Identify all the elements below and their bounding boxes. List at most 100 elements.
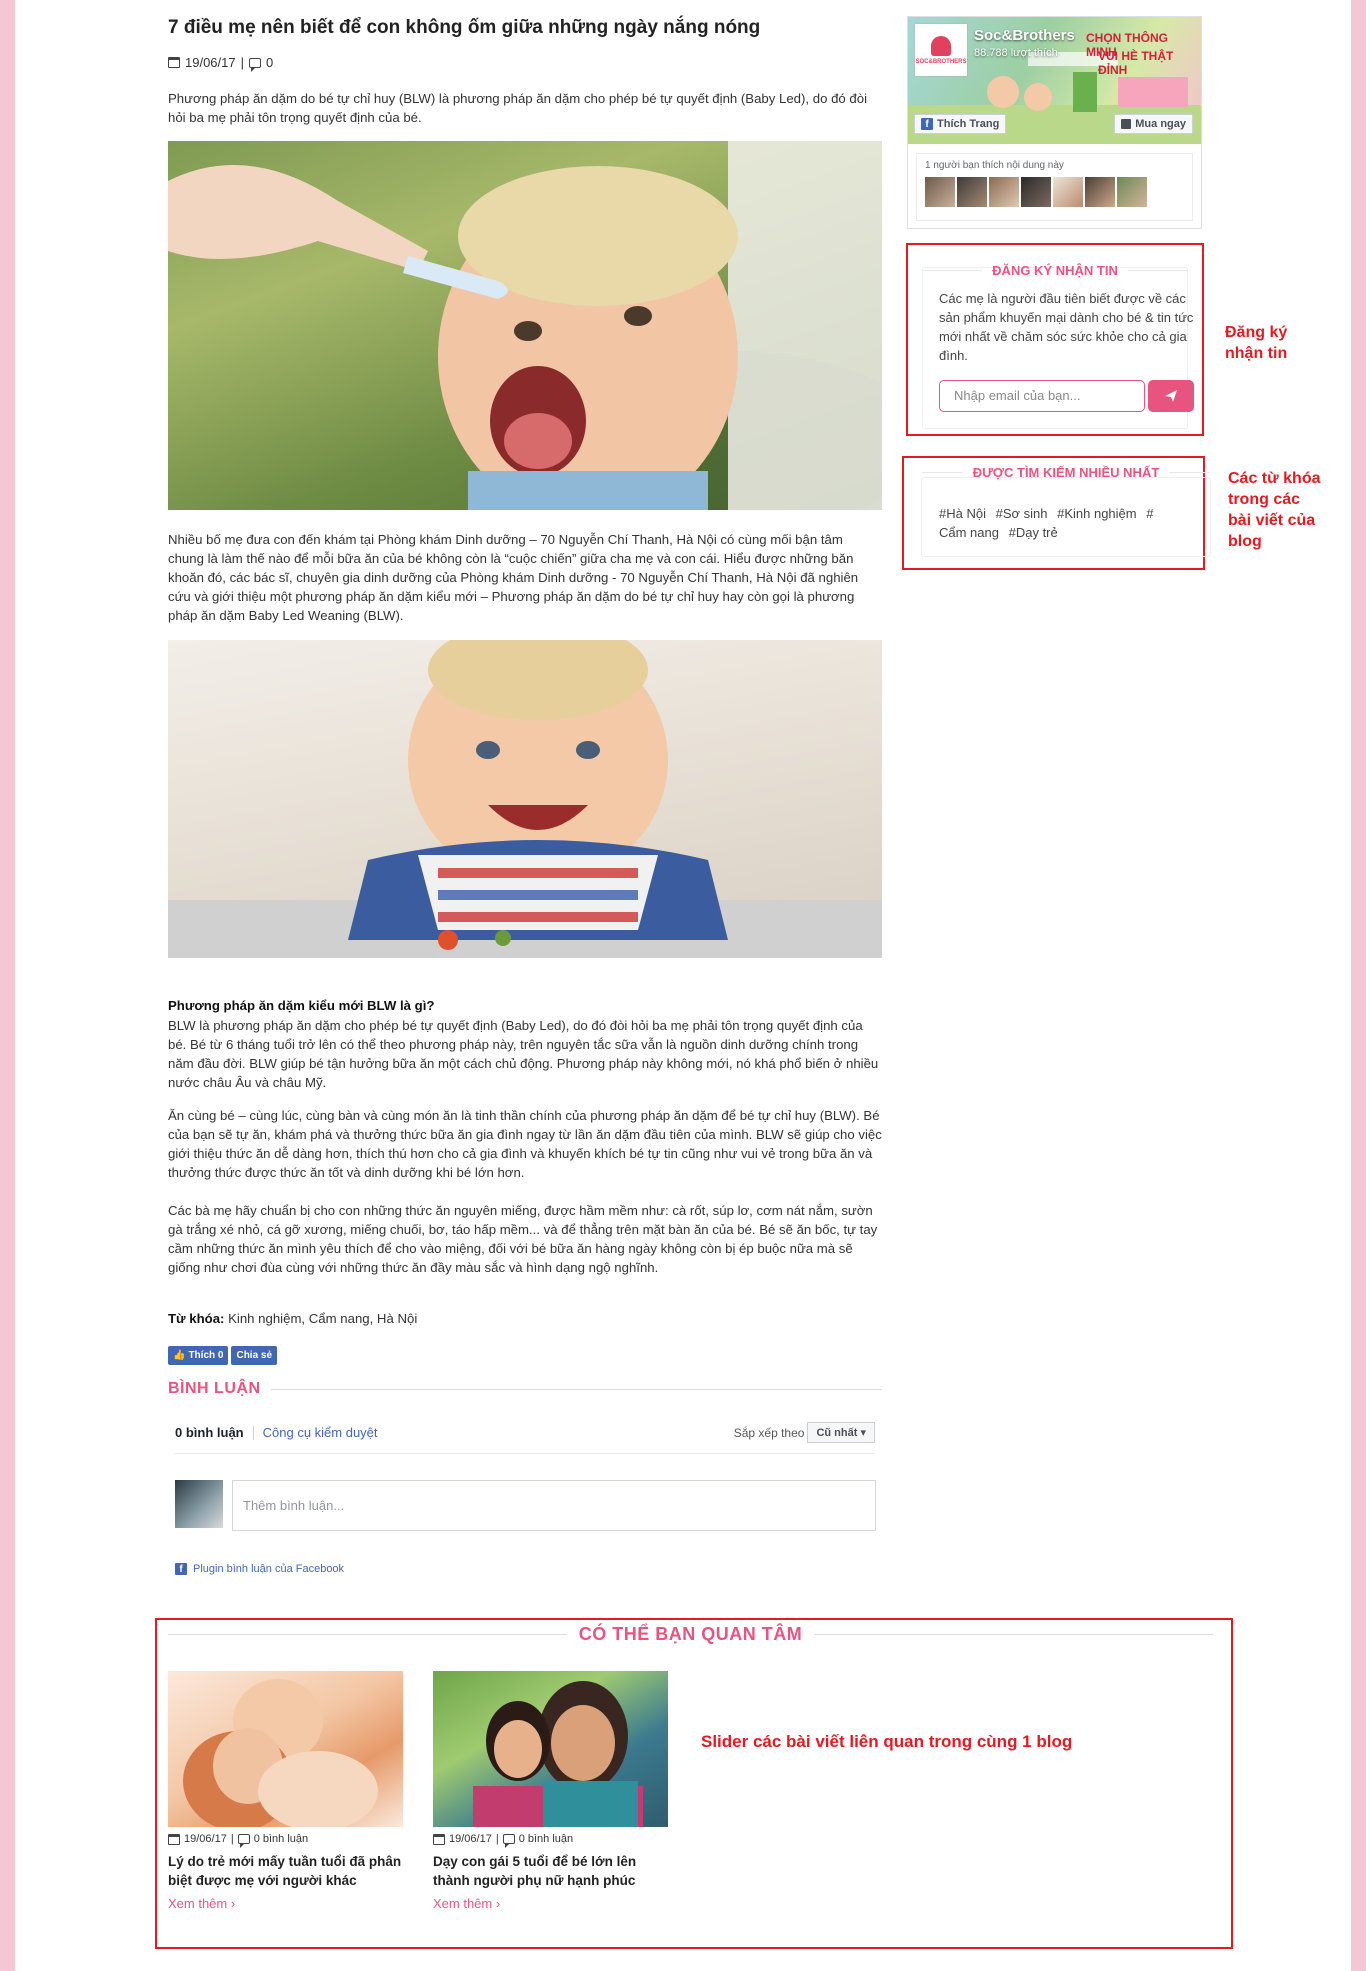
related-post-image[interactable]	[168, 1671, 403, 1831]
article-subheading: Phương pháp ăn dặm kiểu mới BLW là gì?	[168, 998, 435, 1013]
tags-value[interactable]: Kinh nghiệm, Cẩm nang, Hà Nội	[228, 1311, 417, 1326]
facebook-friends-box: 1 người bạn thích nội dung này	[916, 153, 1193, 221]
keywords-annotation-line-3: bài viết của	[1228, 512, 1316, 529]
toolbar-divider	[252, 1425, 254, 1440]
related-post-card[interactable]: 19/06/17 | 0 bình luận Lý do trẻ mới mấy…	[168, 1671, 403, 1911]
facebook-page-likes: 88.788 lượt thích	[974, 47, 1058, 59]
heading-line	[814, 1634, 1213, 1635]
avatar[interactable]	[1053, 177, 1083, 207]
article-tags: Từ khóa: Kinh nghiệm, Cẩm nang, Hà Nội	[168, 1311, 417, 1326]
sort-label: Sắp xếp theo	[733, 1425, 805, 1440]
newsletter-email-input[interactable]: Nhập email của bạn...	[939, 380, 1145, 412]
plugin-label: Plugin bình luận của Facebook	[193, 1563, 345, 1575]
logo-text: SOC&BROTHERS	[915, 58, 967, 65]
baby-spoon-illustration	[168, 141, 882, 510]
heading-line	[1127, 270, 1189, 271]
comments-toolbar: 0 bình luận Công cụ kiểm duyệt Sắp xếp t…	[175, 1422, 875, 1443]
article-comment-count: 0	[266, 55, 274, 70]
keyword-tag[interactable]: #Sơ sinh	[996, 506, 1048, 521]
newsletter-send-button[interactable]	[1148, 380, 1194, 412]
comment-input[interactable]: Thêm bình luận...	[232, 1480, 876, 1531]
friends-text: 1 người bạn thích nội dung này	[925, 160, 1064, 171]
related-post-image[interactable]	[433, 1671, 668, 1827]
related-post-title[interactable]: Lý do trẻ mới mấy tuần tuổi đã phân biệt…	[168, 1852, 403, 1890]
keyword-tag[interactable]: #Kinh nghiệm	[1057, 506, 1137, 521]
avatar[interactable]	[925, 177, 955, 207]
soc-brothers-logo: SOC&BROTHERS	[915, 24, 967, 76]
comments-heading-line	[270, 1388, 882, 1390]
page: 7 điều mẹ nên biết để con không ốm giữa …	[15, 0, 1351, 1971]
facebook-page-cover[interactable]: SOC&BROTHERS Soc&Brothers 88.788 lượt th…	[908, 17, 1201, 144]
facebook-plugin-link[interactable]: f Plugin bình luận của Facebook	[175, 1563, 344, 1575]
related-post-card[interactable]: 19/06/17 | 0 bình luận Dạy con gái 5 tuổ…	[433, 1671, 668, 1911]
friends-avatars	[925, 177, 1184, 207]
related-post-date: 19/06/17	[184, 1833, 227, 1845]
avatar[interactable]	[957, 177, 987, 207]
heading-line	[922, 472, 963, 473]
avatar	[175, 1480, 223, 1528]
like-page-button[interactable]: f Thích Trang	[914, 114, 1007, 134]
newsletter-annotation: Đăng ký nhận tin	[1225, 322, 1287, 364]
paper-plane-icon	[1165, 390, 1177, 402]
related-heading: CÓ THỂ BẠN QUAN TÂM	[168, 1624, 1213, 1645]
comments-heading: BÌNH LUẬN	[168, 1380, 882, 1398]
related-post-comments: 0 bình luận	[253, 1833, 309, 1845]
article-paragraph-3: Ăn cùng bé – cùng lúc, cùng bàn và cùng …	[168, 1108, 882, 1180]
facebook-like-label: Thích 0	[188, 1350, 224, 1361]
related-annotation: Slider các bài viết liên quan trong cùng…	[701, 1732, 1073, 1751]
read-more-link[interactable]: Xem thêm ›	[433, 1896, 668, 1911]
heading-line	[168, 1634, 567, 1635]
facebook-like-button[interactable]: 👍 Thích 0	[168, 1346, 229, 1365]
related-post-title[interactable]: Dạy con gái 5 tuổi để bé lớn lên thành n…	[433, 1852, 668, 1890]
related-post-meta: 19/06/17 | 0 bình luận	[433, 1833, 668, 1848]
keywords-list: #Hà Nội #Sơ sinh #Kinh nghiệm # Cẩm nang…	[939, 504, 1187, 542]
newsletter-annotation-line-1: Đăng ký	[1225, 324, 1288, 341]
moderation-tool-link[interactable]: Công cụ kiểm duyệt	[263, 1425, 378, 1440]
newsletter-text: Các mẹ là người đầu tiên biết được về cá…	[939, 291, 1194, 363]
keyword-tag[interactable]: Cẩm nang	[939, 525, 999, 540]
keyword-tag[interactable]: #Dạy trẻ	[1009, 525, 1058, 540]
keywords-annotation-line-2: trong các	[1228, 491, 1301, 508]
keywords-annotation-line-1: Các từ khóa	[1228, 470, 1321, 487]
article-title: 7 điều mẹ nên biết để con không ốm giữa …	[168, 17, 761, 38]
facebook-icon: f	[175, 1563, 187, 1575]
comments-count: 0 bình luận	[175, 1425, 244, 1440]
article-date: 19/06/17	[185, 55, 236, 70]
newsletter-annotation-line-2: nhận tin	[1225, 345, 1288, 362]
meta-divider: |	[230, 1833, 234, 1845]
newsletter-heading-label: ĐĂNG KÝ NHẬN TIN	[992, 263, 1118, 278]
avatar[interactable]	[1085, 177, 1115, 207]
facebook-page-name[interactable]: Soc&Brothers	[974, 27, 1075, 44]
logo-mark	[931, 35, 951, 56]
avatar[interactable]	[989, 177, 1019, 207]
avatar[interactable]	[1021, 177, 1051, 207]
comment-icon	[237, 1834, 250, 1848]
sort-select[interactable]: Cũ nhất ▾	[807, 1422, 875, 1443]
article-paragraph-4: Các bà mẹ hãy chuẩn bị cho con những thứ…	[168, 1203, 878, 1275]
avatar[interactable]	[1117, 177, 1147, 207]
facebook-share-button[interactable]: Chia sẻ	[231, 1346, 278, 1365]
calendar-icon	[168, 1833, 180, 1845]
thumbs-up-icon: 👍	[173, 1350, 186, 1361]
related-post-date: 19/06/17	[449, 1833, 492, 1845]
buy-now-button[interactable]: Mua ngay	[1114, 114, 1193, 134]
promo-line-2: VUI HÈ THẬT ĐỈNH	[1098, 49, 1174, 77]
keyword-tag[interactable]: #	[1146, 506, 1153, 521]
like-page-label: Thích Trang	[937, 118, 1000, 130]
related-heading-label: CÓ THỂ BẠN QUAN TÂM	[578, 1624, 803, 1644]
meta-divider: |	[240, 55, 244, 70]
comment-icon	[502, 1834, 515, 1848]
heading-line	[1169, 472, 1211, 473]
calendar-icon	[168, 57, 180, 68]
article-intro: Phương pháp ăn dặm do bé tự chỉ huy (BLW…	[168, 91, 867, 125]
keywords-annotation: Các từ khóa trong các bài viết của blog	[1228, 468, 1321, 552]
comments-heading-label: BÌNH LUẬN	[168, 1380, 261, 1397]
article-meta: 19/06/17 | 0	[168, 55, 274, 72]
keyword-tag[interactable]: #Hà Nội	[939, 506, 986, 521]
read-more-link[interactable]: Xem thêm ›	[168, 1896, 403, 1911]
comments-divider	[175, 1453, 875, 1454]
keywords-heading-label: ĐƯỢC TÌM KIẾM NHIỀU NHẤT	[972, 465, 1160, 480]
comments-sort: Sắp xếp theo Cũ nhất ▾	[734, 1422, 875, 1443]
sort-value: Cũ nhất	[816, 1427, 858, 1439]
heading-line	[922, 270, 983, 271]
